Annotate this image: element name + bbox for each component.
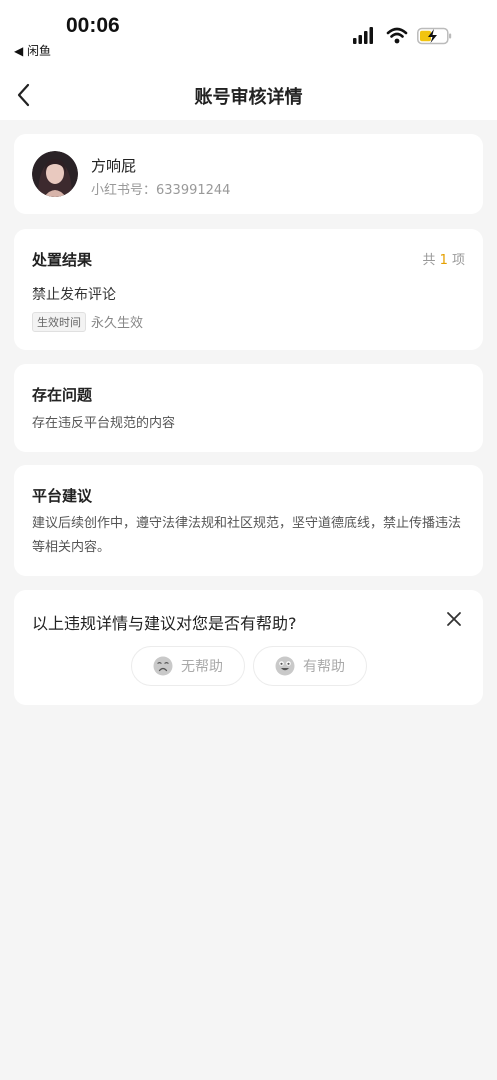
status-time: 00:06 <box>66 14 120 37</box>
page-title: 账号审核详情 <box>194 87 303 108</box>
count-number: 1 <box>439 253 448 268</box>
helpful-label: 有帮助 <box>303 659 345 675</box>
wifi-icon <box>386 27 408 44</box>
close-icon[interactable] <box>445 610 463 628</box>
count-suffix: 项 <box>447 253 465 268</box>
effective-time-value: 永久生效 <box>91 316 144 331</box>
count-prefix: 共 <box>422 253 440 268</box>
happy-face-icon <box>275 656 295 676</box>
battery-charging-icon <box>417 27 452 45</box>
issue-card: 存在问题 存在违反平台规范的内容 <box>14 364 483 452</box>
avatar[interactable] <box>32 151 78 197</box>
advice-card: 平台建议 建议后续创作中，遵守法律法规和社区规范，坚守道德底线，禁止传播违法等相… <box>14 465 483 576</box>
feedback-card: 以上违规详情与建议对您是否有帮助? 无帮助 有帮助 <box>14 590 483 705</box>
status-icons <box>353 27 452 45</box>
effective-time-tag: 生效时间 <box>32 312 86 332</box>
status-bar: 00:06 ◀ 闲鱼 <box>0 0 497 70</box>
not-helpful-label: 无帮助 <box>181 659 223 675</box>
item-count: 共 1 项 <box>422 249 465 268</box>
back-to-app-link[interactable]: ◀ 闲鱼 <box>14 42 51 59</box>
helpful-button[interactable]: 有帮助 <box>253 646 367 686</box>
user-name: 方响屁 <box>91 157 137 175</box>
user-id: 小红书号：633991244 <box>91 183 231 198</box>
disposition-card: 处置结果 共 1 项 禁止发布评论 生效时间 永久生效 <box>14 229 483 350</box>
feedback-question: 以上违规详情与建议对您是否有帮助? <box>32 614 297 633</box>
advice-title: 平台建议 <box>32 487 93 505</box>
sad-face-icon <box>153 656 173 676</box>
not-helpful-button[interactable]: 无帮助 <box>131 646 245 686</box>
user-card: 方响屁 小红书号：633991244 <box>14 134 483 214</box>
disposition-title: 处置结果 <box>32 251 93 269</box>
issue-text: 存在违反平台规范的内容 <box>32 416 176 431</box>
nav-bar: 账号审核详情 <box>0 70 497 120</box>
disposition-result: 禁止发布评论 <box>32 287 116 303</box>
signal-icon <box>353 27 373 44</box>
advice-text: 建议后续创作中，遵守法律法规和社区规范，坚守道德底线，禁止传播违法等相关内容。 <box>32 516 462 555</box>
issue-title: 存在问题 <box>32 386 93 404</box>
